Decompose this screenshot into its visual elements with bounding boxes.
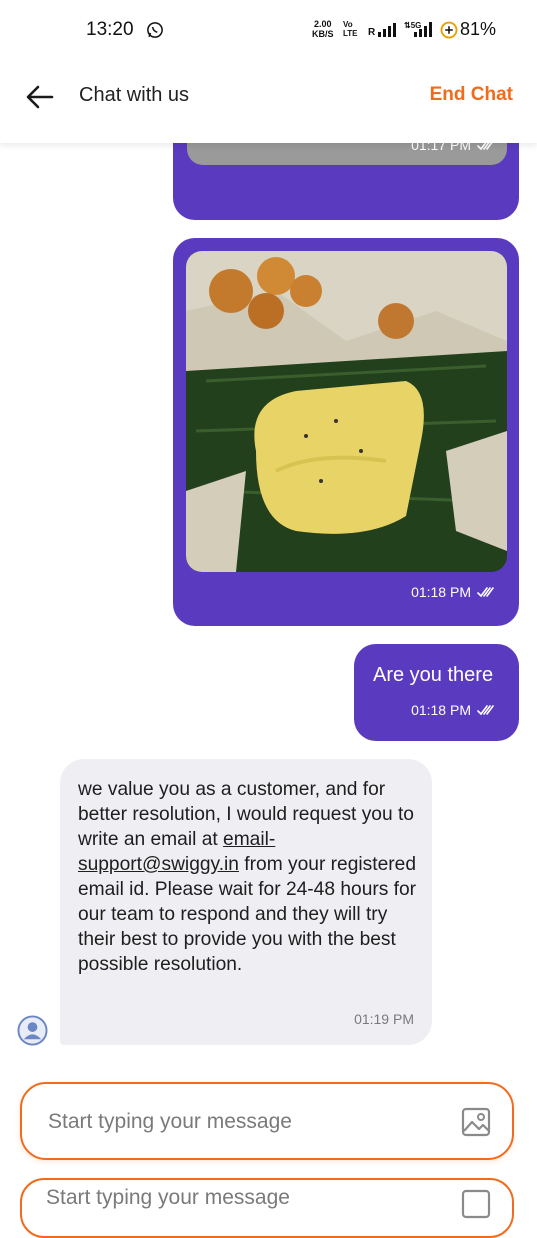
message-text: Are you there — [373, 664, 494, 686]
chat-messages[interactable]: 01:17 PM 01:18 PM Are you there 01:18 PM… — [0, 143, 537, 1073]
message-meta: 01:18 PM — [411, 702, 497, 718]
message-meta: 01:18 PM — [411, 584, 497, 600]
network-speed: 2.00 KB/S — [312, 19, 334, 39]
message-outgoing-image: 01:17 PM — [173, 143, 519, 220]
battery-percent: 81% — [460, 19, 497, 39]
composer-ghost-placeholder: Start typing your message — [46, 1186, 290, 1209]
avatar-icon — [17, 1015, 48, 1046]
double-check-icon — [477, 587, 494, 598]
message-time: 01:17 PM — [411, 143, 471, 153]
message-outgoing-image: 01:18 PM — [173, 238, 519, 626]
double-check-icon — [477, 143, 493, 151]
image-attach-icon — [461, 1189, 491, 1219]
battery-saver-icon — [440, 21, 458, 39]
status-bar: 13:20 2.00 KB/S Vo LTE R ⇅5G 81% — [0, 0, 537, 60]
message-composer — [20, 1082, 514, 1160]
chat-header: Chat with us End Chat — [0, 60, 537, 143]
message-incoming-text: we value you as a customer, and for bett… — [60, 759, 432, 1045]
message-meta: 01:17 PM — [411, 143, 497, 153]
double-check-icon — [477, 705, 494, 716]
message-time: 01:18 PM — [411, 702, 471, 718]
message-text: we value you as a customer, and for bett… — [78, 779, 417, 975]
back-arrow-icon[interactable] — [24, 81, 56, 113]
status-time: 13:20 — [86, 19, 134, 40]
svg-text:R: R — [368, 27, 376, 38]
svg-text:⇅5G: ⇅5G — [404, 21, 421, 30]
message-time: 01:18 PM — [411, 584, 471, 600]
signal-5g-icon: ⇅5G — [404, 21, 432, 37]
message-time: 01:19 PM — [354, 1011, 414, 1027]
signal-icon: R — [368, 23, 396, 38]
whatsapp-icon — [147, 22, 163, 38]
food-photo[interactable] — [186, 251, 507, 572]
message-outgoing-text: Are you there 01:18 PM — [354, 644, 519, 741]
end-chat-button[interactable]: End Chat — [430, 84, 513, 106]
page-title: Chat with us — [79, 84, 190, 106]
composer-ghost: Start typing your message — [20, 1178, 514, 1238]
message-input[interactable] — [46, 1102, 440, 1142]
image-attach-icon[interactable] — [460, 1106, 492, 1138]
volte-indicator: Vo LTE — [343, 20, 358, 38]
